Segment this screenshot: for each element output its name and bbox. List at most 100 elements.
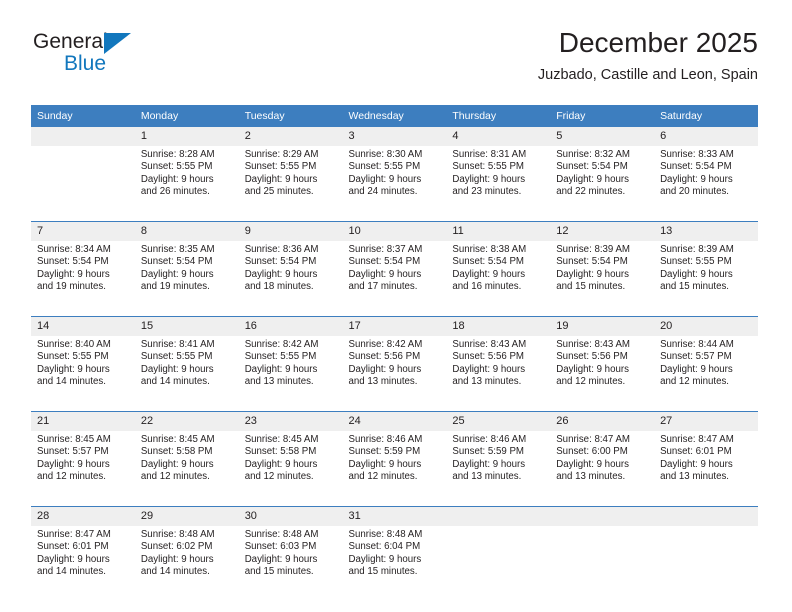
weekday-header-thursday: Thursday (446, 105, 551, 127)
sunset-text: Sunset: 6:01 PM (37, 541, 109, 553)
calendar-day-cell[interactable]: 20 Sunrise: 8:44 AM Sunset: 5:57 PM Dayligh… (654, 316, 758, 412)
calendar-day-cell[interactable]: 29 Sunrise: 8:48 AM Sunset: 6:02 PM Dayligh… (134, 506, 239, 601)
daylight-text: and 17 minutes. (348, 281, 418, 293)
sunrise-text: Sunrise: 8:32 AM (556, 149, 630, 160)
daylight-text: Daylight: 9 hours (556, 363, 629, 375)
calendar-day-cell[interactable]: 18 Sunrise: 8:43 AM Sunset: 5:56 PM Dayligh… (446, 316, 551, 412)
sunrise-text: Sunrise: 8:35 AM (140, 244, 215, 255)
calendar-day-cell[interactable]: 19 Sunrise: 8:43 AM Sunset: 5:56 PM Dayligh… (550, 316, 655, 412)
calendar-day-cell[interactable]: 16 Sunrise: 8:42 AM Sunset: 5:55 PM Dayligh… (238, 316, 343, 412)
daylight-text: Daylight: 9 hours (140, 458, 214, 470)
calendar-day-cell[interactable]: 2 Sunrise: 8:29 AM Sunset: 5:55 PM Daylight… (238, 127, 343, 222)
sunset-text: Sunset: 5:54 PM (556, 256, 628, 268)
day-number: 7 (31, 222, 135, 241)
daylight-text: Daylight: 9 hours (140, 553, 214, 565)
page-header: General Blue December 2025 Juzbado, Cast… (31, 26, 758, 98)
day-number: 13 (654, 222, 758, 241)
sunrise-text: Sunrise: 8:46 AM (348, 434, 423, 445)
sunrise-text: Sunrise: 8:29 AM (244, 149, 319, 160)
daylight-text: Daylight: 9 hours (140, 363, 214, 375)
daylight-text: Daylight: 9 hours (140, 268, 214, 280)
day-number (654, 507, 758, 526)
daylight-text: Daylight: 9 hours (556, 268, 629, 280)
calendar-day-cell[interactable]: 22 Sunrise: 8:45 AM Sunset: 5:58 PM Dayligh… (134, 411, 239, 507)
daylight-text: and 15 minutes. (244, 566, 314, 578)
calendar-day-cell[interactable]: 3 Sunrise: 8:30 AM Sunset: 5:55 PM Daylight… (342, 127, 447, 222)
calendar-day-cell[interactable]: 9 Sunrise: 8:36 AM Sunset: 5:54 PM Daylight… (238, 221, 343, 317)
calendar-day-cell[interactable]: 12 Sunrise: 8:39 AM Sunset: 5:54 PM Dayligh… (550, 221, 655, 317)
daylight-text: Daylight: 9 hours (37, 553, 110, 565)
calendar-day-cell[interactable]: 31 Sunrise: 8:48 AM Sunset: 6:04 PM Dayligh… (342, 506, 447, 601)
sunrise-text: Sunrise: 8:48 AM (348, 529, 423, 540)
day-number: 3 (342, 127, 447, 146)
sunrise-text: Sunrise: 8:45 AM (140, 434, 215, 445)
calendar-day-cell[interactable]: 17 Sunrise: 8:42 AM Sunset: 5:56 PM Dayligh… (342, 316, 447, 412)
day-number: 22 (134, 412, 239, 431)
calendar-day-cell[interactable]: 27 Sunrise: 8:47 AM Sunset: 6:01 PM Dayligh… (654, 411, 758, 507)
daylight-text: Daylight: 9 hours (244, 553, 318, 565)
calendar-day-cell[interactable]: 6 Sunrise: 8:33 AM Sunset: 5:54 PM Daylight… (654, 127, 758, 222)
daylight-text: and 15 minutes. (556, 281, 626, 293)
daylight-text: Daylight: 9 hours (140, 173, 214, 185)
calendar-day-cell[interactable]: 8 Sunrise: 8:35 AM Sunset: 5:54 PM Daylight… (134, 221, 239, 317)
calendar-day-cell[interactable]: 23 Sunrise: 8:45 AM Sunset: 5:58 PM Dayligh… (238, 411, 343, 507)
daylight-text: Daylight: 9 hours (660, 363, 733, 375)
calendar-day-cell[interactable]: 26 Sunrise: 8:47 AM Sunset: 6:00 PM Dayligh… (550, 411, 655, 507)
daylight-text: and 13 minutes. (244, 376, 314, 388)
sunset-text: Sunset: 6:03 PM (244, 541, 317, 553)
day-number: 12 (550, 222, 655, 241)
calendar-page: General Blue December 2025 Juzbado, Cast… (0, 0, 792, 612)
daylight-text: and 12 minutes. (37, 471, 106, 483)
calendar-day-cell[interactable]: 21 Sunrise: 8:45 AM Sunset: 5:57 PM Dayligh… (31, 411, 135, 507)
sunset-text: Sunset: 5:56 PM (452, 351, 524, 363)
day-details: Sunrise: 8:28 AM Sunset: 5:55 PM Daylight:… (135, 146, 239, 221)
day-number: 14 (31, 317, 135, 336)
day-details: Sunrise: 8:40 AM Sunset: 5:55 PM Daylight:… (31, 336, 135, 411)
day-number: 23 (238, 412, 343, 431)
sunrise-text: Sunrise: 8:37 AM (348, 244, 423, 255)
calendar-day-cell[interactable]: 13 Sunrise: 8:39 AM Sunset: 5:55 PM Dayligh… (654, 221, 758, 317)
calendar-day-cell[interactable]: 11 Sunrise: 8:38 AM Sunset: 5:54 PM Dayligh… (446, 221, 551, 317)
sunrise-text: Sunrise: 8:34 AM (37, 244, 111, 255)
sunrise-text: Sunrise: 8:33 AM (660, 149, 734, 160)
day-number: 4 (446, 127, 551, 146)
day-number: 18 (446, 317, 551, 336)
daylight-text: and 22 minutes. (556, 186, 626, 198)
sunset-text: Sunset: 5:59 PM (348, 446, 421, 458)
daylight-text: and 14 minutes. (140, 566, 210, 578)
calendar-day-cell[interactable]: 25 Sunrise: 8:46 AM Sunset: 5:59 PM Dayligh… (446, 411, 551, 507)
weekday-header-friday: Friday (550, 105, 655, 127)
daylight-text: Daylight: 9 hours (452, 458, 526, 470)
day-details: Sunrise: 8:38 AM Sunset: 5:54 PM Daylight:… (446, 241, 550, 316)
calendar-day-cell[interactable]: 30 Sunrise: 8:48 AM Sunset: 6:03 PM Dayligh… (238, 506, 343, 601)
daylight-text: Daylight: 9 hours (660, 458, 733, 470)
page-title: December 2025 (558, 27, 758, 58)
day-number: 6 (654, 127, 758, 146)
daylight-text: Daylight: 9 hours (348, 458, 422, 470)
calendar-day-cell[interactable]: 10 Sunrise: 8:37 AM Sunset: 5:54 PM Dayligh… (342, 221, 447, 317)
sunrise-text: Sunrise: 8:47 AM (37, 529, 111, 540)
sunrise-text: Sunrise: 8:40 AM (37, 339, 111, 350)
sunset-text: Sunset: 5:54 PM (37, 256, 109, 268)
sunrise-text: Sunrise: 8:28 AM (140, 149, 215, 160)
sunrise-text: Sunrise: 8:44 AM (660, 339, 734, 350)
calendar-day-cell[interactable]: 24 Sunrise: 8:46 AM Sunset: 5:59 PM Dayligh… (342, 411, 447, 507)
day-number: 30 (238, 507, 343, 526)
calendar-day-cell[interactable]: 5 Sunrise: 8:32 AM Sunset: 5:54 PM Daylight… (550, 127, 655, 222)
generalblue-logo[interactable]: General Blue (31, 30, 231, 86)
logo-triangle-icon (104, 33, 131, 54)
day-number: 5 (550, 127, 655, 146)
daylight-text: and 23 minutes. (452, 186, 522, 198)
calendar-day-cell[interactable]: 4 Sunrise: 8:31 AM Sunset: 5:55 PM Daylight… (446, 127, 551, 222)
daylight-text: Daylight: 9 hours (37, 363, 110, 375)
weekday-header-tuesday: Tuesday (238, 105, 343, 127)
day-number: 20 (654, 317, 758, 336)
calendar-day-cell[interactable]: 15 Sunrise: 8:41 AM Sunset: 5:55 PM Dayligh… (134, 316, 239, 412)
day-number: 19 (550, 317, 655, 336)
calendar-day-cell[interactable]: 28 Sunrise: 8:47 AM Sunset: 6:01 PM Dayligh… (31, 506, 135, 601)
day-details: Sunrise: 8:39 AM Sunset: 5:54 PM Daylight:… (550, 241, 654, 316)
calendar-day-cell[interactable]: 7 Sunrise: 8:34 AM Sunset: 5:54 PM Daylight… (31, 221, 135, 317)
daylight-text: Daylight: 9 hours (556, 173, 629, 185)
calendar-day-cell[interactable]: 14 Sunrise: 8:40 AM Sunset: 5:55 PM Dayligh… (31, 316, 135, 412)
calendar-day-cell[interactable]: 1 Sunrise: 8:28 AM Sunset: 5:55 PM Daylight… (134, 127, 239, 222)
